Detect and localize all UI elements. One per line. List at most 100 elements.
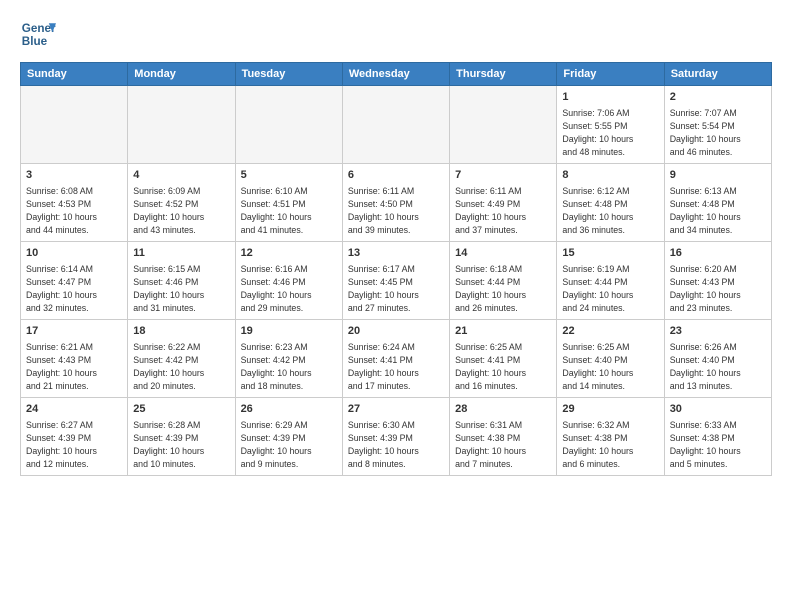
calendar-cell: 2 Sunrise: 7:07 AM Sunset: 5:54 PM Daylig… bbox=[664, 86, 771, 164]
day-info: Sunrise: 6:33 AM Sunset: 4:38 PM Dayligh… bbox=[670, 419, 766, 470]
weekday-header-row: SundayMondayTuesdayWednesdayThursdayFrid… bbox=[21, 63, 772, 86]
week-row-4: 17 Sunrise: 6:21 AM Sunset: 4:43 PM Dayli… bbox=[21, 320, 772, 398]
calendar-cell bbox=[450, 86, 557, 164]
calendar-cell: 16 Sunrise: 6:20 AM Sunset: 4:43 PM Dayli… bbox=[664, 242, 771, 320]
header: General Blue bbox=[20, 16, 772, 52]
day-number: 22 bbox=[562, 324, 658, 339]
day-number: 18 bbox=[133, 324, 229, 339]
day-number: 24 bbox=[26, 402, 122, 417]
weekday-header-monday: Monday bbox=[128, 63, 235, 86]
calendar-table: SundayMondayTuesdayWednesdayThursdayFrid… bbox=[20, 62, 772, 476]
calendar-cell: 26Sunrise: 6:29 AM Sunset: 4:39 PM Dayli… bbox=[235, 398, 342, 476]
calendar-cell: 14 Sunrise: 6:18 AM Sunset: 4:44 PM Dayli… bbox=[450, 242, 557, 320]
day-info: Sunrise: 6:17 AM Sunset: 4:45 PM Dayligh… bbox=[348, 263, 444, 314]
day-number: 3 bbox=[26, 168, 122, 183]
day-number: 23 bbox=[670, 324, 766, 339]
day-number: 29 bbox=[562, 402, 658, 417]
day-number: 15 bbox=[562, 246, 658, 261]
calendar-cell: 30 Sunrise: 6:33 AM Sunset: 4:38 PM Dayli… bbox=[664, 398, 771, 476]
day-number: 1 bbox=[562, 90, 658, 105]
calendar-cell: 1Sunrise: 7:06 AM Sunset: 5:55 PM Daylig… bbox=[557, 86, 664, 164]
day-number: 4 bbox=[133, 168, 229, 183]
calendar-cell bbox=[342, 86, 449, 164]
day-info: Sunrise: 6:29 AM Sunset: 4:39 PM Dayligh… bbox=[241, 419, 337, 470]
weekday-header-saturday: Saturday bbox=[664, 63, 771, 86]
day-number: 19 bbox=[241, 324, 337, 339]
weekday-header-sunday: Sunday bbox=[21, 63, 128, 86]
calendar-cell: 22 Sunrise: 6:25 AM Sunset: 4:40 PM Dayli… bbox=[557, 320, 664, 398]
day-number: 12 bbox=[241, 246, 337, 261]
calendar-cell bbox=[128, 86, 235, 164]
day-number: 8 bbox=[562, 168, 658, 183]
week-row-1: 1Sunrise: 7:06 AM Sunset: 5:55 PM Daylig… bbox=[21, 86, 772, 164]
logo-icon: General Blue bbox=[20, 16, 56, 52]
svg-text:Blue: Blue bbox=[22, 35, 48, 48]
calendar-cell: 21 Sunrise: 6:25 AM Sunset: 4:41 PM Dayli… bbox=[450, 320, 557, 398]
calendar-cell: 27 Sunrise: 6:30 AM Sunset: 4:39 PM Dayli… bbox=[342, 398, 449, 476]
day-number: 13 bbox=[348, 246, 444, 261]
calendar-cell: 3 Sunrise: 6:08 AM Sunset: 4:53 PM Daylig… bbox=[21, 164, 128, 242]
calendar-cell: 7Sunrise: 6:11 AM Sunset: 4:49 PM Daylig… bbox=[450, 164, 557, 242]
day-info: Sunrise: 6:18 AM Sunset: 4:44 PM Dayligh… bbox=[455, 263, 551, 314]
logo: General Blue bbox=[20, 16, 56, 52]
day-number: 21 bbox=[455, 324, 551, 339]
day-number: 28 bbox=[455, 402, 551, 417]
calendar-cell: 25 Sunrise: 6:28 AM Sunset: 4:39 PM Dayli… bbox=[128, 398, 235, 476]
day-info: Sunrise: 6:25 AM Sunset: 4:40 PM Dayligh… bbox=[562, 341, 658, 392]
day-number: 17 bbox=[26, 324, 122, 339]
calendar-cell: 23 Sunrise: 6:26 AM Sunset: 4:40 PM Dayli… bbox=[664, 320, 771, 398]
day-info: Sunrise: 6:15 AM Sunset: 4:46 PM Dayligh… bbox=[133, 263, 229, 314]
day-number: 9 bbox=[670, 168, 766, 183]
day-info: Sunrise: 6:16 AM Sunset: 4:46 PM Dayligh… bbox=[241, 263, 337, 314]
calendar-cell: 6 Sunrise: 6:11 AM Sunset: 4:50 PM Daylig… bbox=[342, 164, 449, 242]
calendar-cell: 19 Sunrise: 6:23 AM Sunset: 4:42 PM Dayli… bbox=[235, 320, 342, 398]
weekday-header-thursday: Thursday bbox=[450, 63, 557, 86]
calendar-cell: 9 Sunrise: 6:13 AM Sunset: 4:48 PM Daylig… bbox=[664, 164, 771, 242]
calendar-cell: 18 Sunrise: 6:22 AM Sunset: 4:42 PM Dayli… bbox=[128, 320, 235, 398]
day-info: Sunrise: 6:28 AM Sunset: 4:39 PM Dayligh… bbox=[133, 419, 229, 470]
week-row-3: 10Sunrise: 6:14 AM Sunset: 4:47 PM Dayli… bbox=[21, 242, 772, 320]
calendar-cell: 17 Sunrise: 6:21 AM Sunset: 4:43 PM Dayli… bbox=[21, 320, 128, 398]
calendar-cell bbox=[21, 86, 128, 164]
calendar-cell: 13 Sunrise: 6:17 AM Sunset: 4:45 PM Dayli… bbox=[342, 242, 449, 320]
day-info: Sunrise: 6:13 AM Sunset: 4:48 PM Dayligh… bbox=[670, 185, 766, 236]
day-info: Sunrise: 6:11 AM Sunset: 4:49 PM Dayligh… bbox=[455, 185, 551, 236]
page: General Blue SundayMondayTuesdayWednesda… bbox=[0, 0, 792, 486]
day-info: Sunrise: 6:30 AM Sunset: 4:39 PM Dayligh… bbox=[348, 419, 444, 470]
day-info: Sunrise: 6:09 AM Sunset: 4:52 PM Dayligh… bbox=[133, 185, 229, 236]
day-info: Sunrise: 6:19 AM Sunset: 4:44 PM Dayligh… bbox=[562, 263, 658, 314]
day-info: Sunrise: 7:07 AM Sunset: 5:54 PM Dayligh… bbox=[670, 107, 766, 158]
day-number: 14 bbox=[455, 246, 551, 261]
calendar-cell: 28 Sunrise: 6:31 AM Sunset: 4:38 PM Dayli… bbox=[450, 398, 557, 476]
day-number: 20 bbox=[348, 324, 444, 339]
day-number: 16 bbox=[670, 246, 766, 261]
calendar-cell: 4 Sunrise: 6:09 AM Sunset: 4:52 PM Daylig… bbox=[128, 164, 235, 242]
day-info: Sunrise: 6:25 AM Sunset: 4:41 PM Dayligh… bbox=[455, 341, 551, 392]
week-row-5: 24 Sunrise: 6:27 AM Sunset: 4:39 PM Dayli… bbox=[21, 398, 772, 476]
day-info: Sunrise: 6:27 AM Sunset: 4:39 PM Dayligh… bbox=[26, 419, 122, 470]
calendar-cell: 5Sunrise: 6:10 AM Sunset: 4:51 PM Daylig… bbox=[235, 164, 342, 242]
weekday-header-wednesday: Wednesday bbox=[342, 63, 449, 86]
calendar-cell: 15 Sunrise: 6:19 AM Sunset: 4:44 PM Dayli… bbox=[557, 242, 664, 320]
weekday-header-friday: Friday bbox=[557, 63, 664, 86]
calendar-cell: 8Sunrise: 6:12 AM Sunset: 4:48 PM Daylig… bbox=[557, 164, 664, 242]
day-number: 2 bbox=[670, 90, 766, 105]
day-number: 6 bbox=[348, 168, 444, 183]
day-info: Sunrise: 6:31 AM Sunset: 4:38 PM Dayligh… bbox=[455, 419, 551, 470]
day-info: Sunrise: 6:22 AM Sunset: 4:42 PM Dayligh… bbox=[133, 341, 229, 392]
day-info: Sunrise: 6:24 AM Sunset: 4:41 PM Dayligh… bbox=[348, 341, 444, 392]
day-number: 27 bbox=[348, 402, 444, 417]
day-info: Sunrise: 6:23 AM Sunset: 4:42 PM Dayligh… bbox=[241, 341, 337, 392]
day-number: 30 bbox=[670, 402, 766, 417]
calendar-cell bbox=[235, 86, 342, 164]
day-info: Sunrise: 6:20 AM Sunset: 4:43 PM Dayligh… bbox=[670, 263, 766, 314]
calendar-cell: 11Sunrise: 6:15 AM Sunset: 4:46 PM Dayli… bbox=[128, 242, 235, 320]
calendar-cell: 20 Sunrise: 6:24 AM Sunset: 4:41 PM Dayli… bbox=[342, 320, 449, 398]
day-info: Sunrise: 6:11 AM Sunset: 4:50 PM Dayligh… bbox=[348, 185, 444, 236]
day-info: Sunrise: 6:10 AM Sunset: 4:51 PM Dayligh… bbox=[241, 185, 337, 236]
calendar-cell: 29Sunrise: 6:32 AM Sunset: 4:38 PM Dayli… bbox=[557, 398, 664, 476]
day-info: Sunrise: 6:08 AM Sunset: 4:53 PM Dayligh… bbox=[26, 185, 122, 236]
day-number: 25 bbox=[133, 402, 229, 417]
day-info: Sunrise: 6:21 AM Sunset: 4:43 PM Dayligh… bbox=[26, 341, 122, 392]
day-info: Sunrise: 6:26 AM Sunset: 4:40 PM Dayligh… bbox=[670, 341, 766, 392]
